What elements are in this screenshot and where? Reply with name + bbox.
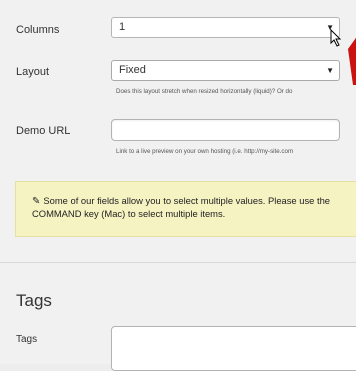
tags-input[interactable] [111,326,356,371]
multi-select-notice: ✎ Some of our fields allow you to select … [15,181,356,237]
demo-url-input[interactable] [111,119,340,141]
demo-url-label: Demo URL [16,125,71,137]
tags-section: Tags Tags [0,263,356,371]
demo-url-hint: Link to a live preview on your own hosti… [116,148,294,155]
columns-select-value: 1 [119,21,126,33]
notice-text-1: Some of our fields allow you to select m… [43,195,331,206]
columns-label: Columns [16,24,60,36]
item-details-panel: Columns 1 ▼ Layout Fixed ▼ Does this lay… [0,0,356,262]
chevron-down-icon: ▼ [326,66,334,75]
layout-label: Layout [16,66,50,78]
mouse-cursor-icon [330,29,342,47]
layout-select-value: Fixed [119,64,146,76]
tags-section-title: Tags [16,291,52,310]
columns-select[interactable]: 1 ▼ [111,17,340,38]
layout-hint: Does this layout stretch when resized ho… [116,88,293,95]
red-marker-icon [348,37,356,85]
notice-line-2: COMMAND key (Mac) to select multiple ite… [32,208,226,219]
layout-select[interactable]: Fixed ▼ [111,60,340,81]
pencil-icon: ✎ [32,196,41,207]
notice-line-1: ✎ Some of our fields allow you to select … [32,195,356,208]
tags-label: Tags [16,334,38,345]
